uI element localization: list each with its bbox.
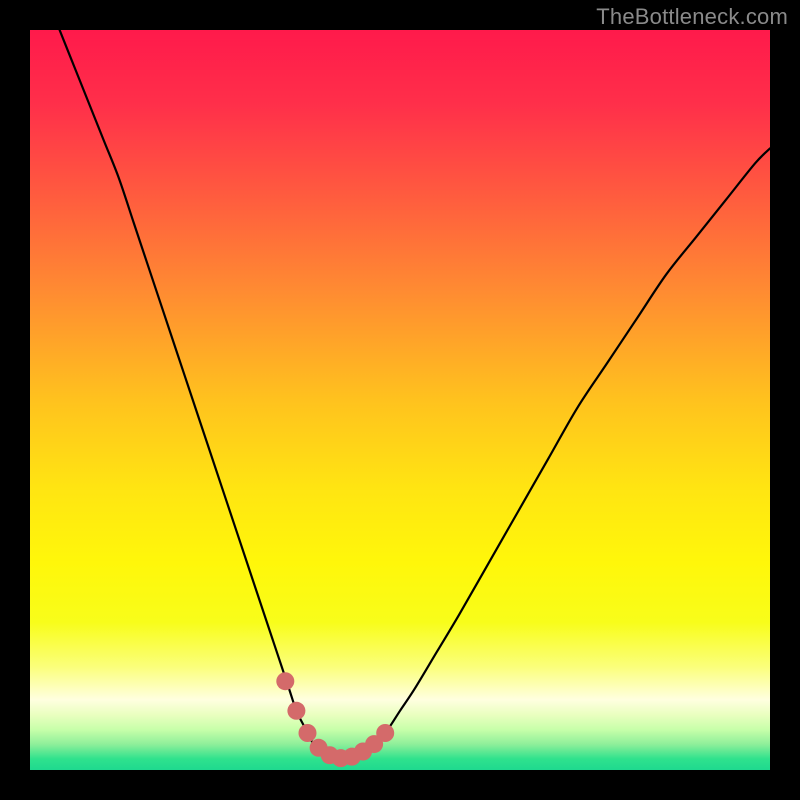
highlight-dot <box>276 672 294 690</box>
watermark-text: TheBottleneck.com <box>596 4 788 30</box>
plot-area <box>30 30 770 770</box>
bottleneck-curve <box>30 30 770 770</box>
highlight-dot <box>287 702 305 720</box>
chart-frame: TheBottleneck.com <box>0 0 800 800</box>
highlight-dot <box>299 724 317 742</box>
highlight-dot <box>376 724 394 742</box>
